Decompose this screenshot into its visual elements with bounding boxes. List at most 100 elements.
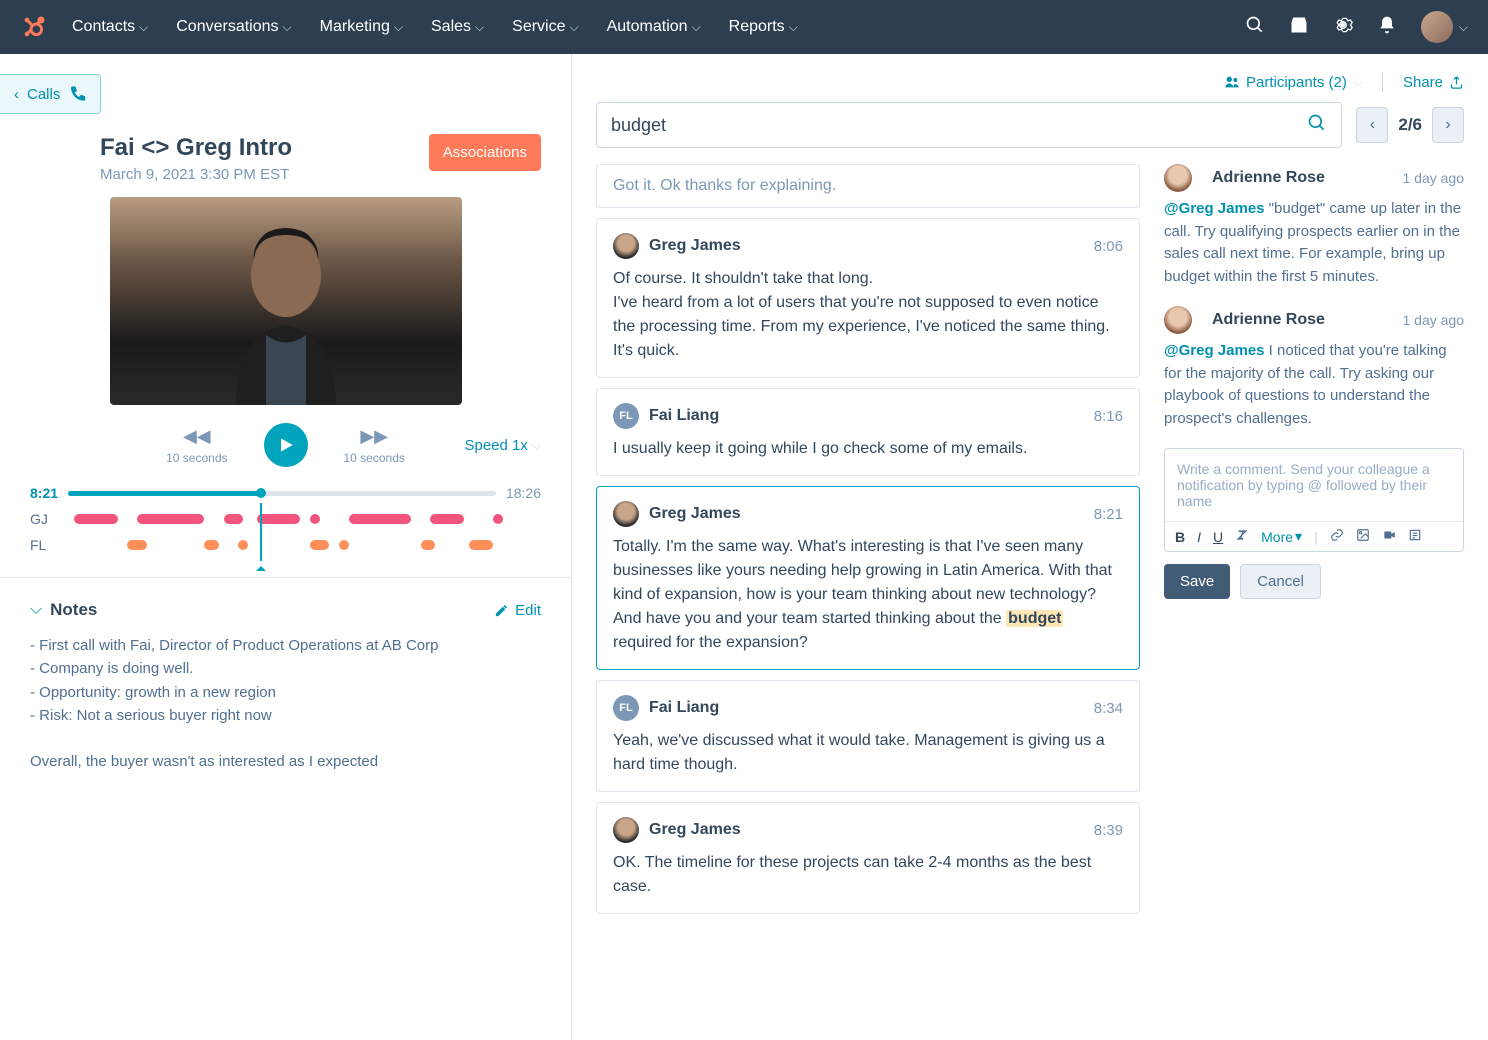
cancel-comment-button[interactable]: Cancel [1240, 564, 1321, 599]
message-body: OK. The timeline for these projects can … [613, 851, 1123, 899]
chevron-down-icon: ⌵ [283, 20, 292, 35]
nav-reports[interactable]: Reports⌵ [729, 18, 798, 36]
nav-automation[interactable]: Automation⌵ [607, 18, 701, 36]
rewind-10-button[interactable]: ◀◀ 10 seconds [166, 426, 227, 465]
chevron-down-icon: ⌵ [1353, 75, 1362, 90]
avatar [613, 233, 639, 259]
phone-icon [68, 85, 86, 103]
avatar [1164, 306, 1192, 334]
speaker-name: Fai Liang [649, 699, 719, 717]
current-time: 8:21 [30, 485, 58, 501]
video-thumbnail[interactable] [110, 197, 462, 405]
speaker-gj-label: GJ [30, 511, 60, 527]
speed-selector[interactable]: Speed 1x⌵ [465, 437, 542, 454]
clear-format-button[interactable] [1235, 528, 1249, 545]
avatar [613, 817, 639, 843]
snippet-button[interactable] [1408, 528, 1422, 545]
edit-notes-button[interactable]: Edit [494, 602, 541, 619]
participants-button[interactable]: Participants (2) ⌵ [1224, 74, 1362, 91]
comment: Adrienne Rose 1 day ago @Greg James I no… [1164, 306, 1464, 430]
italic-button[interactable]: I [1197, 529, 1201, 545]
comment-editor[interactable]: Write a comment. Send your colleague a n… [1164, 448, 1464, 552]
playhead[interactable] [260, 503, 262, 561]
speaker-gj-track [60, 514, 541, 524]
play-button[interactable] [264, 423, 308, 467]
chevron-right-icon: › [1445, 116, 1450, 134]
transcript-message[interactable]: Greg James 8:39 OK. The timeline for the… [596, 802, 1140, 914]
top-nav: Contacts⌵ Conversations⌵ Marketing⌵ Sale… [0, 0, 1488, 54]
chevron-down-icon: ⌵ [789, 20, 798, 35]
progress-track[interactable] [68, 491, 496, 496]
transcript-message[interactable]: FL Fai Liang 8:16 I usually keep it goin… [596, 388, 1140, 476]
transcript-search[interactable] [596, 102, 1342, 148]
search-icon[interactable] [1245, 15, 1265, 40]
speaker-name: Fai Liang [649, 407, 719, 425]
call-datetime: March 9, 2021 3:30 PM EST [100, 166, 429, 183]
chevron-down-icon: ⌵ [692, 20, 701, 35]
speaker-name: Greg James [649, 237, 741, 255]
message-time: 8:21 [1094, 506, 1123, 523]
chevron-down-icon: ⌵ [139, 20, 148, 35]
save-comment-button[interactable]: Save [1164, 564, 1230, 599]
transcript-list: Got it. Ok thanks for explaining. Greg J… [596, 164, 1140, 1040]
chevron-down-icon: ▾ [1295, 528, 1302, 545]
notifications-icon[interactable] [1377, 15, 1397, 40]
share-button[interactable]: Share [1403, 74, 1464, 91]
chevron-down-icon: ⌵ [475, 20, 484, 35]
mention[interactable]: @Greg James [1164, 200, 1265, 217]
associations-button[interactable]: Associations [429, 134, 541, 171]
transcript-message-highlighted[interactable]: Greg James 8:21 Totally. I'm the same wa… [596, 486, 1140, 670]
comment-author: Adrienne Rose [1212, 169, 1325, 187]
transcript-message[interactable]: Greg James 8:06 Of course. It shouldn't … [596, 218, 1140, 378]
message-time: 8:39 [1094, 822, 1123, 839]
speaker-name: Greg James [649, 505, 741, 523]
progress-fill [68, 491, 261, 496]
user-avatar [1421, 11, 1453, 43]
divider [1382, 72, 1383, 92]
marketplace-icon[interactable] [1289, 15, 1309, 40]
message-body: Of course. It shouldn't take that long. … [613, 267, 1123, 363]
comment-textarea[interactable]: Write a comment. Send your colleague a n… [1165, 449, 1463, 521]
search-icon[interactable] [1307, 113, 1327, 138]
nav-contacts[interactable]: Contacts⌵ [72, 18, 148, 36]
avatar: FL [613, 695, 639, 721]
video-button[interactable] [1382, 528, 1396, 545]
chevron-down-icon: ⌵ [570, 20, 579, 35]
forward-icon: ▶▶ [344, 426, 405, 447]
nav-service[interactable]: Service⌵ [512, 18, 578, 36]
underline-button[interactable]: U [1213, 529, 1223, 545]
bold-button[interactable]: B [1175, 529, 1185, 545]
back-to-calls-button[interactable]: ‹ Calls [0, 74, 101, 114]
search-next-button[interactable]: › [1432, 107, 1464, 143]
play-icon [276, 435, 296, 455]
comments-panel: Adrienne Rose 1 day ago @Greg James "bud… [1164, 164, 1464, 1040]
search-input[interactable] [611, 115, 1307, 136]
message-body: I usually keep it going while I go check… [613, 437, 1123, 461]
mention[interactable]: @Greg James [1164, 342, 1265, 359]
user-menu[interactable]: ⌵ [1421, 11, 1468, 43]
notes-toggle[interactable]: ⌵ [30, 601, 42, 619]
search-result-counter: 2/6 [1398, 115, 1422, 135]
chevron-left-icon: ‹ [1370, 116, 1375, 134]
call-title: Fai <> Greg Intro [100, 134, 429, 162]
transcript-message[interactable]: FL Fai Liang 8:34 Yeah, we've discussed … [596, 680, 1140, 792]
avatar: FL [613, 403, 639, 429]
transcript-prev[interactable]: Got it. Ok thanks for explaining. [596, 164, 1140, 208]
chevron-left-icon: ‹ [14, 86, 19, 103]
people-icon [1224, 74, 1240, 90]
notes-heading: Notes [50, 600, 97, 620]
more-formatting-button[interactable]: More ▾ [1261, 528, 1302, 545]
back-label: Calls [27, 86, 60, 103]
message-body: Yeah, we've discussed what it would take… [613, 729, 1123, 777]
settings-icon[interactable] [1333, 15, 1353, 40]
search-prev-button[interactable]: ‹ [1356, 107, 1388, 143]
link-button[interactable] [1330, 528, 1344, 545]
nav-conversations[interactable]: Conversations⌵ [176, 18, 291, 36]
image-button[interactable] [1356, 528, 1370, 545]
nav-sales[interactable]: Sales⌵ [431, 18, 484, 36]
total-time: 18:26 [506, 485, 541, 501]
share-icon [1449, 75, 1464, 90]
nav-marketing[interactable]: Marketing⌵ [320, 18, 403, 36]
rewind-icon: ◀◀ [166, 426, 227, 447]
forward-10-button[interactable]: ▶▶ 10 seconds [344, 426, 405, 465]
